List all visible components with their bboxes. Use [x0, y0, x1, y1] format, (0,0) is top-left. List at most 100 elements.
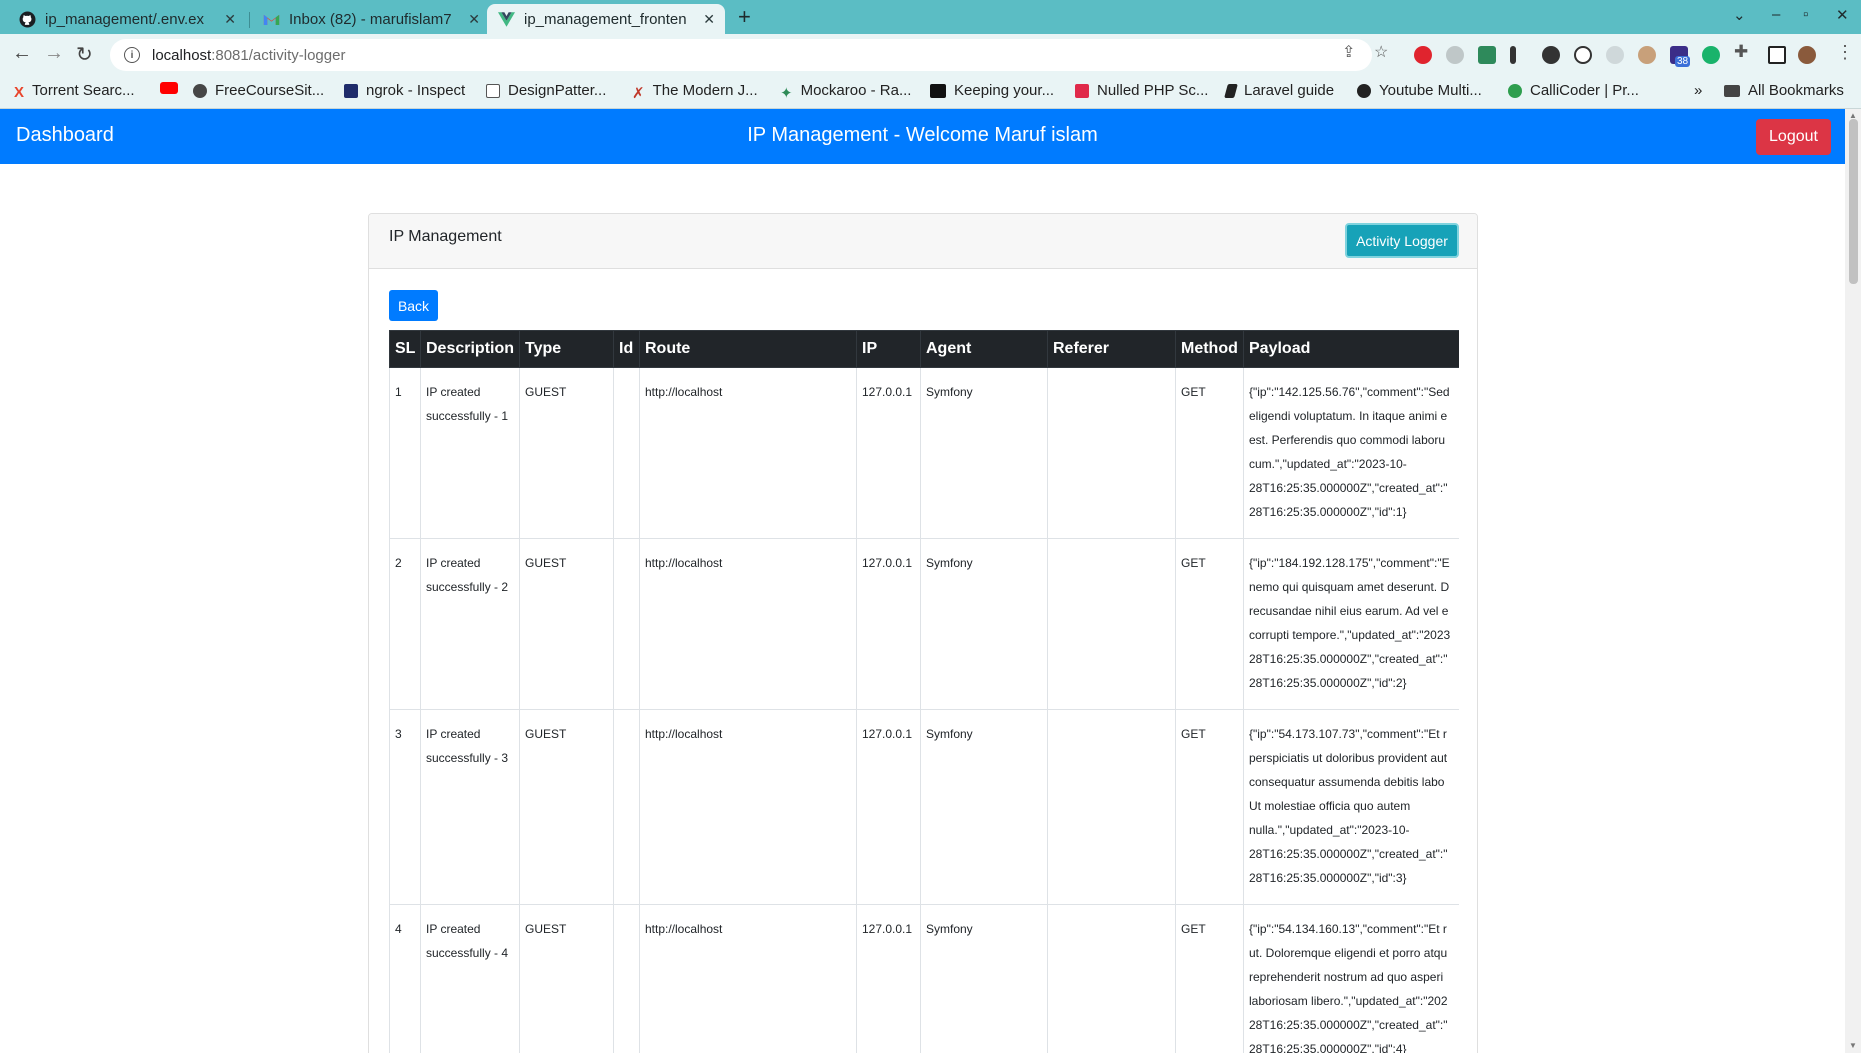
bookmark-item[interactable]: ✗ The Modern J...	[632, 82, 758, 102]
minimize-icon[interactable]: –	[1772, 6, 1780, 23]
globe-icon	[1357, 83, 1371, 98]
site-info-icon[interactable]: i	[124, 47, 140, 63]
app-navbar: Dashboard IP Management - Welcome Maruf …	[0, 109, 1845, 164]
extension-icon[interactable]	[1542, 46, 1560, 64]
table-row: 3 IP created successfully - 3 GUEST http…	[389, 709, 1459, 905]
menu-kebab-icon[interactable]: ⋮	[1836, 42, 1854, 63]
new-tab-icon[interactable]: +	[738, 4, 751, 30]
cell-sl: 1	[389, 367, 421, 539]
vue-devtools-icon[interactable]	[1478, 46, 1496, 64]
extension-icon[interactable]	[1638, 46, 1656, 64]
bookmark-item[interactable]: CalliCoder | Pr...	[1508, 82, 1639, 99]
download-icon	[1075, 83, 1089, 98]
cell-method: GET	[1175, 367, 1244, 539]
activity-logger-button[interactable]: Activity Logger	[1345, 223, 1459, 258]
bookmark-star-icon[interactable]: ☆	[1374, 42, 1388, 62]
gmail-icon	[262, 10, 280, 28]
address-bar[interactable]: i localhost:8081/activity-logger	[110, 39, 1372, 71]
cell-ip: 127.0.0.1	[856, 538, 921, 710]
payload-line: corrupti tempore.","updated_at":"2023	[1249, 628, 1451, 642]
browser-tab-active[interactable]: ip_management_fronten ✕	[487, 4, 725, 34]
cell-referer	[1047, 538, 1176, 710]
bookmark-item[interactable]: Nulled PHP Sc...	[1075, 82, 1208, 99]
opera-icon[interactable]	[1414, 46, 1432, 64]
column-header: Description	[420, 330, 520, 368]
payload-line: 28T16:25:35.000000Z","created_at":"	[1249, 847, 1448, 861]
bookmark-item[interactable]	[160, 82, 178, 94]
grammarly-icon[interactable]	[1702, 46, 1720, 64]
payload-line: eligendi voluptatum. In itaque animi e	[1249, 409, 1448, 423]
payload-line: consequatur assumenda debitis labo	[1249, 775, 1445, 789]
payload-line: nemo qui quisquam amet deserunt. D	[1249, 580, 1450, 594]
cell-type: GUEST	[519, 538, 614, 710]
shield-icon[interactable]	[1606, 46, 1624, 64]
tab-divider	[249, 12, 250, 28]
close-tab-icon[interactable]: ✕	[703, 11, 715, 28]
close-window-icon[interactable]: ✕	[1836, 6, 1849, 24]
cell-agent: Symfony	[920, 538, 1048, 710]
bookmark-item[interactable]: ngrok - Inspect	[344, 82, 465, 99]
bookmark-item[interactable]: ✦ Mockaroo - Ra...	[780, 82, 911, 102]
pen-icon[interactable]	[1510, 46, 1516, 64]
cell-sl: 4	[389, 904, 421, 1053]
payload-line: 28T16:25:35.000000Z","id":2}	[1249, 676, 1407, 690]
payload-line: {"ip":"54.173.107.73","comment":"Et r	[1249, 727, 1447, 741]
payload-line: laboriosam libero.","updated_at":"202	[1249, 994, 1448, 1008]
payload-line: ut. Doloremque eligendi et porro atqu	[1249, 946, 1448, 960]
close-tab-icon[interactable]: ✕	[224, 11, 236, 28]
avatar[interactable]	[1798, 46, 1816, 64]
wordpress-icon	[193, 83, 207, 98]
mockaroo-icon: ✦	[780, 84, 793, 102]
extension-icon[interactable]	[1574, 46, 1592, 64]
column-header: Route	[639, 330, 857, 368]
maximize-icon[interactable]: ▫	[1803, 6, 1808, 23]
page-scrollbar[interactable]: ▲ ▼	[1845, 109, 1861, 1053]
cell-id	[613, 904, 640, 1053]
back-button[interactable]: Back	[389, 290, 438, 321]
callicoder-icon	[1508, 83, 1522, 98]
share-icon[interactable]: ⇪	[1342, 42, 1355, 62]
activity-log-table-wrapper[interactable]: SL Description Type Id Route IP Agent Re…	[389, 330, 1459, 1053]
browser-tab[interactable]: ip_management/.env.ex ✕	[8, 4, 246, 34]
bookmarks-overflow-icon[interactable]: »	[1694, 82, 1702, 99]
forward-arrow-icon[interactable]: →	[44, 42, 64, 65]
extension-icon[interactable]	[1446, 46, 1464, 64]
payload-line: 28T16:25:35.000000Z","created_at":"	[1249, 481, 1448, 495]
cell-method: GET	[1175, 538, 1244, 710]
cell-payload: {"ip":"54.134.160.13","comment":"Et r ut…	[1243, 904, 1459, 1053]
close-tab-icon[interactable]: ✕	[468, 11, 480, 28]
medium-icon	[930, 83, 946, 98]
cell-id	[613, 709, 640, 905]
column-header: SL	[389, 330, 421, 368]
bookmark-item[interactable]: Keeping your...	[930, 82, 1054, 99]
all-bookmarks-item[interactable]: All Bookmarks	[1724, 82, 1844, 99]
reload-icon[interactable]: ↻	[76, 42, 93, 67]
cell-route: http://localhost	[639, 538, 857, 710]
scrollbar-thumb[interactable]	[1849, 119, 1858, 284]
bookmark-item[interactable]: Laravel guide	[1224, 82, 1334, 99]
url-path: :8081/activity-logger	[211, 46, 346, 64]
url-host: localhost	[152, 46, 212, 64]
payload-line: nulla.","updated_at":"2023-10-	[1249, 823, 1410, 837]
column-header: Agent	[920, 330, 1048, 368]
payload-line: perspiciatis ut doloribus provident aut	[1249, 751, 1448, 765]
tab-search-icon[interactable]: ⌄	[1733, 6, 1746, 24]
scroll-down-icon[interactable]: ▼	[1849, 1041, 1857, 1050]
bookmark-item[interactable]: FreeCourseSit...	[193, 82, 324, 99]
table-row: 4 IP created successfully - 4 GUEST http…	[389, 904, 1459, 1053]
cell-payload: {"ip":"142.125.56.76","comment":"Sed eli…	[1243, 367, 1459, 539]
logout-button[interactable]: Logout	[1756, 119, 1831, 155]
bookmark-item[interactable]: X Torrent Searc...	[14, 82, 135, 101]
payload-line: Ut molestiae officia quo autem	[1249, 799, 1411, 813]
back-arrow-icon[interactable]: ←	[12, 42, 32, 65]
browser-tab[interactable]: Inbox (82) - marufislam7 ✕	[252, 4, 490, 34]
cell-payload: {"ip":"184.192.128.175","comment":"E nem…	[1243, 538, 1459, 710]
side-panel-icon[interactable]	[1768, 46, 1786, 64]
puzzle-extensions-icon[interactable]: ✚	[1734, 42, 1748, 62]
cell-description: IP created successfully - 4	[420, 904, 520, 1053]
bookmark-item[interactable]: DesignPatter...	[486, 82, 606, 99]
bookmark-item[interactable]: Youtube Multi...	[1357, 82, 1482, 99]
javascript-runner-icon: ✗	[632, 84, 645, 102]
table-row: 2 IP created successfully - 2 GUEST http…	[389, 538, 1459, 710]
cell-agent: Symfony	[920, 904, 1048, 1053]
